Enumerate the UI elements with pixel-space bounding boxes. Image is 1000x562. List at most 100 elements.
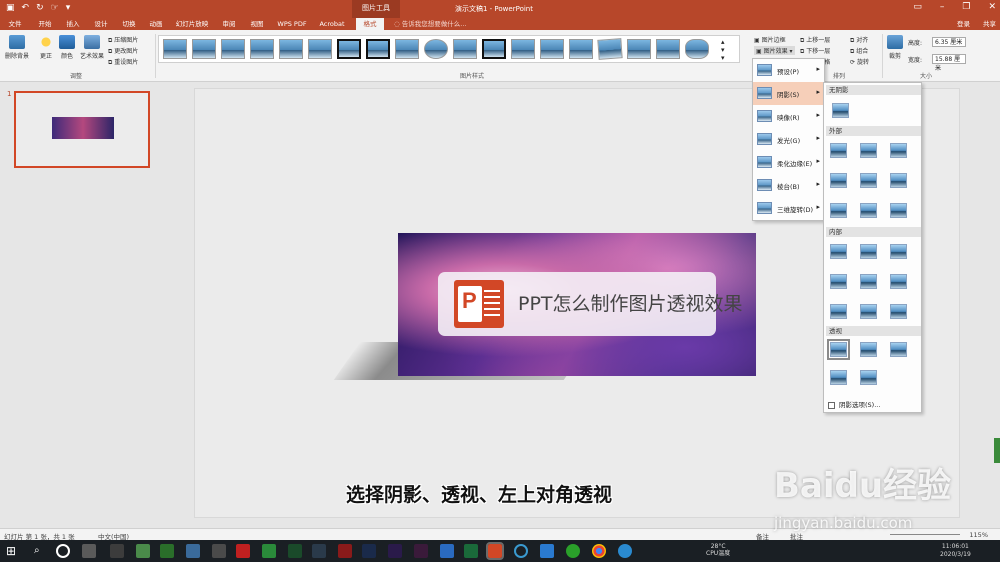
outer-shadow-option[interactable] xyxy=(860,173,877,188)
perspective-shadow-option[interactable] xyxy=(830,370,847,385)
perspective-shadow-option[interactable] xyxy=(890,342,907,357)
change-picture-button[interactable]: ⧉ 更改图片 xyxy=(108,46,138,56)
tab-format[interactable]: 格式 xyxy=(356,18,384,30)
app-icon[interactable] xyxy=(514,544,528,558)
effects-menu-3d-rotation[interactable]: 三维旋转(D) ▸ xyxy=(753,197,824,220)
tab-view[interactable]: 视图 xyxy=(246,18,268,30)
filezilla-icon[interactable] xyxy=(236,544,250,558)
app-icon[interactable] xyxy=(110,544,124,558)
send-backward-button[interactable]: ⧉ 下移一层 xyxy=(800,46,830,56)
dreamweaver-icon[interactable] xyxy=(288,544,302,558)
picture-border-button[interactable]: ▣ 图片边框 xyxy=(754,35,786,44)
outer-shadow-option[interactable] xyxy=(830,143,847,158)
picture-style-thumb[interactable] xyxy=(540,39,564,59)
perspective-shadow-option[interactable] xyxy=(860,342,877,357)
inner-shadow-option[interactable] xyxy=(890,274,907,289)
shadow-options-item[interactable]: 阴影选项(S)... xyxy=(828,399,880,409)
inner-shadow-option[interactable] xyxy=(890,304,907,319)
photoshop-icon[interactable] xyxy=(362,544,376,558)
cortana-icon[interactable] xyxy=(56,544,70,558)
align-button[interactable]: ⧉ 对齐 xyxy=(850,35,868,45)
app-icon[interactable] xyxy=(540,544,554,558)
picture-style-thumb[interactable] xyxy=(453,39,477,59)
width-input[interactable]: 15.88 厘米 xyxy=(932,54,966,72)
picture-style-thumb[interactable] xyxy=(221,39,245,59)
remove-background-button[interactable]: 删除背景 xyxy=(3,35,31,60)
picture-style-thumb[interactable] xyxy=(656,39,680,59)
outer-shadow-option[interactable] xyxy=(890,203,907,218)
outer-shadow-option[interactable] xyxy=(860,203,877,218)
perspective-shadow-option[interactable] xyxy=(860,370,877,385)
restore-icon[interactable]: ❐ xyxy=(962,2,970,12)
login-link[interactable]: 登录 xyxy=(957,18,970,30)
search-icon[interactable]: ⌕ xyxy=(34,544,48,558)
picture-style-thumb[interactable] xyxy=(337,39,361,59)
effects-menu-soft-edges[interactable]: 柔化边缘(E) ▸ xyxy=(753,151,824,174)
chrome-icon[interactable] xyxy=(592,544,606,558)
effects-menu-glow[interactable]: 发光(G) ▸ xyxy=(753,128,824,151)
tab-home[interactable]: 开始 xyxy=(34,18,56,30)
app-icon[interactable] xyxy=(160,544,174,558)
inner-shadow-option[interactable] xyxy=(860,304,877,319)
windows-start-icon[interactable]: ⊞ xyxy=(6,544,16,558)
outer-shadow-option[interactable] xyxy=(830,203,847,218)
outer-shadow-option[interactable] xyxy=(860,143,877,158)
word-icon[interactable] xyxy=(440,544,454,558)
redo-icon[interactable]: ↻ xyxy=(36,3,44,14)
inner-shadow-option[interactable] xyxy=(860,244,877,259)
picture-styles-gallery[interactable]: ▴ ▾ ▾ xyxy=(158,35,740,63)
picture-style-thumb[interactable] xyxy=(627,39,651,59)
after-effects-icon[interactable] xyxy=(388,544,402,558)
app-icon[interactable] xyxy=(212,544,226,558)
app-icon[interactable] xyxy=(262,544,276,558)
premiere-icon[interactable] xyxy=(414,544,428,558)
picture-style-thumb[interactable] xyxy=(250,39,274,59)
tab-animations[interactable]: 动画 xyxy=(145,18,167,30)
ribbon-display-icon[interactable]: ▭ xyxy=(913,2,922,12)
galaxy-banner-image[interactable]: P PPT怎么制作图片透视效果 xyxy=(398,233,756,376)
gallery-scroll-icon[interactable]: ▴ ▾ ▾ xyxy=(721,38,725,62)
save-icon[interactable]: ▣ xyxy=(6,3,15,14)
picture-style-thumb[interactable] xyxy=(366,39,390,59)
picture-style-thumb[interactable] xyxy=(482,39,506,59)
tab-transitions[interactable]: 切换 xyxy=(118,18,140,30)
group-button[interactable]: ⧉ 组合 xyxy=(850,46,868,56)
tab-wps-pdf[interactable]: WPS PDF xyxy=(274,18,310,30)
wechat-icon[interactable] xyxy=(566,544,580,558)
picture-style-thumb[interactable] xyxy=(395,39,419,59)
acrobat-icon[interactable] xyxy=(338,544,352,558)
inner-shadow-option[interactable] xyxy=(830,244,847,259)
close-icon[interactable]: ✕ xyxy=(988,2,996,12)
effects-menu-bevel[interactable]: 棱台(B) ▸ xyxy=(753,174,824,197)
inner-shadow-option[interactable] xyxy=(860,274,877,289)
tell-me-box[interactable]: ◌ 告诉我您想要做什么... xyxy=(394,19,466,29)
picture-style-thumb[interactable] xyxy=(192,39,216,59)
effects-menu-preset[interactable]: 预设(P) ▸ xyxy=(753,59,824,82)
outer-shadow-option[interactable] xyxy=(890,173,907,188)
no-shadow-option[interactable] xyxy=(832,103,849,118)
artistic-effects-button[interactable]: 艺术效果 xyxy=(78,35,106,60)
tab-review[interactable]: 审阅 xyxy=(218,18,240,30)
app-icon[interactable] xyxy=(186,544,200,558)
undo-icon[interactable]: ↶ xyxy=(22,3,30,14)
reset-picture-button[interactable]: ⧉ 重设图片 xyxy=(108,57,138,67)
tab-acrobat[interactable]: Acrobat xyxy=(316,18,348,30)
picture-style-thumb[interactable] xyxy=(424,39,448,59)
inner-shadow-option[interactable] xyxy=(830,304,847,319)
picture-effects-button[interactable]: ▣ 图片效果 ▾ xyxy=(754,46,795,55)
rotate-button[interactable]: ⟳ 旋转 xyxy=(850,57,869,66)
tab-design[interactable]: 设计 xyxy=(90,18,112,30)
task-view-icon[interactable] xyxy=(82,544,96,558)
picture-style-thumb[interactable] xyxy=(308,39,332,59)
picture-style-thumb[interactable] xyxy=(511,39,535,59)
lightroom-icon[interactable] xyxy=(312,544,326,558)
powerpoint-icon[interactable] xyxy=(486,542,504,560)
picture-style-thumb[interactable] xyxy=(163,39,187,59)
excel-icon[interactable] xyxy=(464,544,478,558)
tab-file[interactable]: 文件 xyxy=(4,18,26,30)
outer-shadow-option[interactable] xyxy=(830,173,847,188)
app-icon[interactable] xyxy=(136,544,150,558)
minimize-icon[interactable]: – xyxy=(940,2,945,12)
compress-pictures-button[interactable]: ⧉ 压缩图片 xyxy=(108,35,138,45)
inner-shadow-option[interactable] xyxy=(890,244,907,259)
